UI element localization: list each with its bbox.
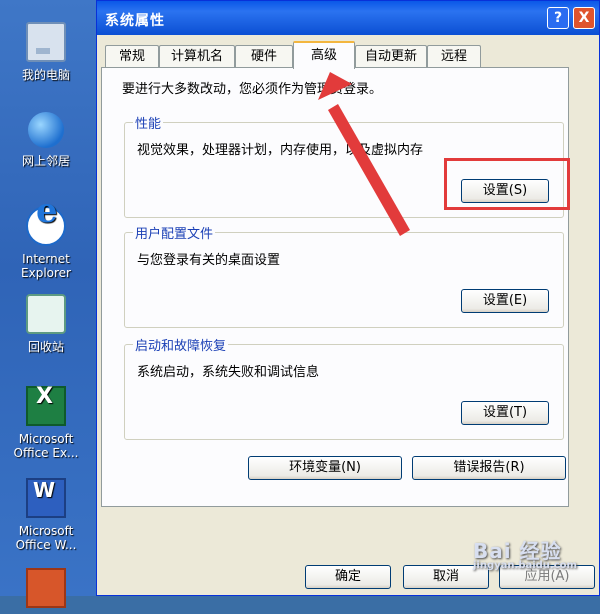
watermark-sub: jingyan.baidu.com [473, 560, 577, 571]
annotation-arrow [318, 72, 410, 236]
tab-advanced[interactable]: 高级 [293, 41, 355, 69]
baidu-watermark: Bai 经验 jingyan.baidu.com [473, 535, 577, 571]
annotation-arrow-layer [318, 72, 410, 236]
